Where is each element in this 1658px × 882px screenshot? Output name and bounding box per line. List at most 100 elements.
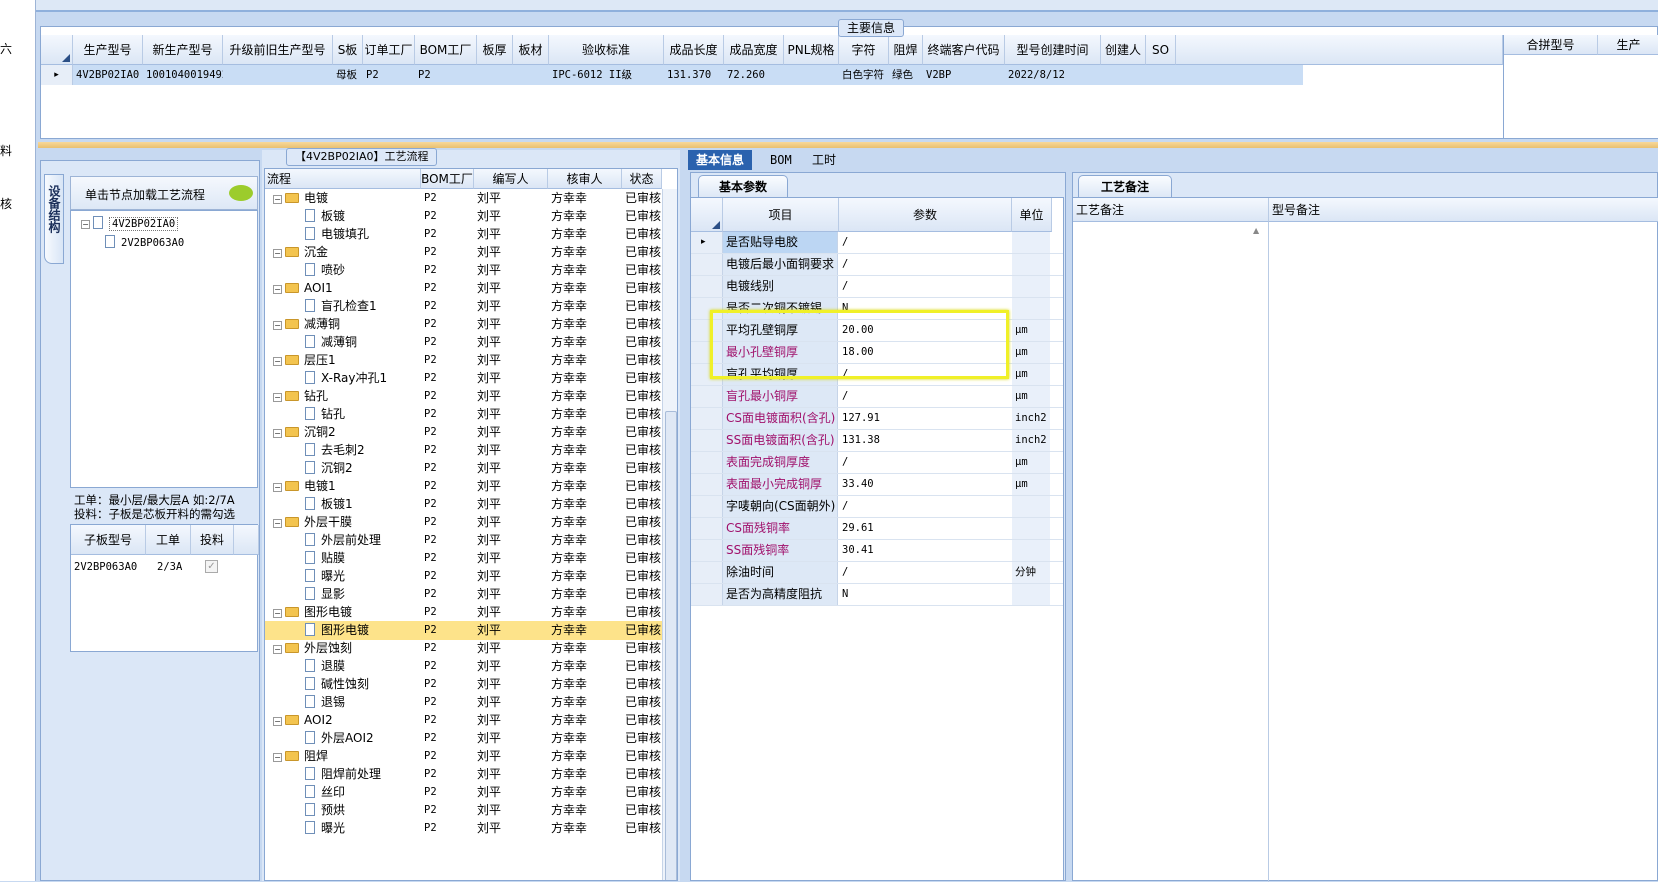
cell-create-time[interactable]: 2022/8/12 (1005, 65, 1101, 85)
flow-row[interactable]: 显影 P2 刘平 方幸幸 已审核 (265, 585, 662, 604)
vertical-splitter[interactable] (681, 150, 687, 881)
param-value[interactable]: / (839, 232, 1011, 253)
flow-row[interactable]: − 减薄铜 P2 刘平 方幸幸 已审核 (265, 315, 662, 334)
horizontal-splitter[interactable] (38, 142, 1658, 148)
col-width[interactable]: 成品宽度 (724, 35, 784, 65)
tree-node-child[interactable]: 2V2BP063A0 (105, 235, 184, 249)
param-row[interactable]: 电镀线别 / (691, 276, 1063, 298)
scroll-up-icon[interactable]: ▲ (1253, 226, 1259, 235)
flow-row[interactable]: 盲孔检查1 P2 刘平 方幸幸 已审核 (265, 297, 662, 316)
tab-bom[interactable]: BOM (762, 150, 800, 170)
flow-row[interactable]: 电镀填孔 P2 刘平 方幸幸 已审核 (265, 225, 662, 244)
param-value[interactable]: / (839, 496, 1011, 517)
param-row[interactable]: 盲孔最小铜厚 / μm (691, 386, 1063, 408)
cell-thickness[interactable] (477, 65, 513, 85)
param-row[interactable]: SS面电镀面积(含孔) 131.38 inch2 (691, 430, 1063, 452)
param-row[interactable]: ▸ 是否贴导电胶 / (691, 232, 1063, 254)
col-bom-factory[interactable]: BOM工厂 (421, 169, 474, 189)
flow-scrollbar[interactable] (662, 189, 677, 880)
col-new-prod-model[interactable]: 新生产型号 (143, 35, 223, 65)
cell-creator[interactable] (1101, 65, 1146, 85)
flow-row[interactable]: 预烘 P2 刘平 方幸幸 已审核 (265, 801, 662, 820)
cell-solder-mask[interactable]: 绿色 (889, 65, 923, 85)
param-value[interactable]: N (839, 584, 1011, 605)
flow-row[interactable]: 外层AOI2 P2 刘平 方幸幸 已审核 (265, 729, 662, 748)
flow-row[interactable]: 曝光 P2 刘平 方幸幸 已审核 (265, 819, 662, 838)
feed-checkbox[interactable]: ✓ (205, 560, 218, 573)
flow-row[interactable]: 外层前处理 P2 刘平 方幸幸 已审核 (265, 531, 662, 550)
col-bom-factory[interactable]: BOM工厂 (415, 35, 477, 65)
flow-row[interactable]: − 图形电镀 P2 刘平 方幸幸 已审核 (265, 603, 662, 622)
col-reviewer[interactable]: 核审人 (548, 169, 622, 189)
col-create-time[interactable]: 型号创建时间 (1005, 35, 1101, 65)
col-char[interactable]: 字符 (839, 35, 889, 65)
flow-row[interactable]: 沉铜2 P2 刘平 方幸幸 已审核 (265, 459, 662, 478)
flow-row[interactable]: 钻孔 P2 刘平 方幸幸 已审核 (265, 405, 662, 424)
param-row[interactable]: SS面残铜率 30.41 (691, 540, 1063, 562)
cell-so[interactable] (1146, 65, 1176, 85)
collapse-icon[interactable]: − (273, 393, 282, 402)
flow-row[interactable]: − AOI1 P2 刘平 方幸幸 已审核 (265, 279, 662, 298)
col-acceptance[interactable]: 验收标准 (549, 35, 664, 65)
param-value[interactable]: / (839, 254, 1011, 275)
param-row[interactable]: CS面电镀面积(含孔) 127.91 inch2 (691, 408, 1063, 430)
flow-row[interactable]: 喷砂 P2 刘平 方幸幸 已审核 (265, 261, 662, 280)
col-order-factory[interactable]: 订单工厂 (363, 35, 415, 65)
flow-row[interactable]: 去毛刺2 P2 刘平 方幸幸 已审核 (265, 441, 662, 460)
collapse-icon[interactable]: − (273, 321, 282, 330)
param-row[interactable]: 表面完成铜厚度 / μm (691, 452, 1063, 474)
flow-row[interactable]: − 层压1 P2 刘平 方幸幸 已审核 (265, 351, 662, 370)
collapse-icon[interactable]: − (273, 645, 282, 654)
col-s-board[interactable]: S板 (333, 35, 363, 65)
cell-new-prod-model[interactable]: 10010400194927 (143, 65, 223, 85)
param-value[interactable]: / (839, 452, 1011, 473)
collapse-icon[interactable]: − (273, 429, 282, 438)
flow-row[interactable]: 减薄铜 P2 刘平 方幸幸 已审核 (265, 333, 662, 352)
col-solder-mask[interactable]: 阻焊 (889, 35, 923, 65)
col-customer-code[interactable]: 终端客户代码 (923, 35, 1005, 65)
flow-row[interactable]: 阻焊前处理 P2 刘平 方幸幸 已审核 (265, 765, 662, 784)
collapse-icon[interactable]: − (273, 285, 282, 294)
col-model-notes[interactable]: 型号备注 (1269, 198, 1658, 222)
flow-row[interactable]: 退膜 P2 刘平 方幸幸 已审核 (265, 657, 662, 676)
col-creator[interactable]: 创建人 (1101, 35, 1146, 65)
param-value[interactable]: 29.61 (839, 518, 1011, 539)
sub-row-model[interactable]: 2V2BP063A0 (74, 557, 137, 577)
cell-pnl-spec[interactable] (784, 65, 839, 85)
flow-row[interactable]: − 电镀1 P2 刘平 方幸幸 已审核 (265, 477, 662, 496)
tree-node-root[interactable]: −4V2BP02IA0 (81, 216, 179, 231)
cell-char[interactable]: 白色字符 (839, 65, 889, 85)
col-feed[interactable]: 投料 (191, 525, 234, 555)
param-value[interactable]: 131.38 (839, 430, 1011, 451)
param-value[interactable]: 30.41 (839, 540, 1011, 561)
cell-width[interactable]: 72.260 (724, 65, 784, 85)
col-so[interactable]: SO (1146, 35, 1176, 65)
collapse-icon[interactable]: − (273, 195, 282, 204)
flow-row[interactable]: − 钻孔 P2 刘平 方幸幸 已审核 (265, 387, 662, 406)
cell-acceptance[interactable]: IPC-6012 II级 (549, 65, 664, 85)
cell-material[interactable] (513, 65, 549, 85)
col-work-order[interactable]: 工单 (146, 525, 191, 555)
cell-old-prod-model[interactable] (223, 65, 333, 85)
col-prod-model[interactable]: 生产型号 (73, 35, 143, 65)
flow-row[interactable]: − 沉铜2 P2 刘平 方幸幸 已审核 (265, 423, 662, 442)
collapse-icon[interactable]: − (273, 609, 282, 618)
cell-order-factory[interactable]: P2 (363, 65, 415, 85)
flow-row[interactable]: X-Ray冲孔1 P2 刘平 方幸幸 已审核 (265, 369, 662, 388)
flow-row[interactable]: 板镀 P2 刘平 方幸幸 已审核 (265, 207, 662, 226)
col-prod[interactable]: 生产 (1598, 35, 1658, 55)
col-process-notes[interactable]: 工艺备注 (1073, 198, 1269, 222)
flow-row[interactable]: − 电镀 P2 刘平 方幸幸 已审核 (265, 189, 662, 208)
collapse-icon[interactable]: − (81, 220, 90, 229)
col-old-prod-model[interactable]: 升级前旧生产型号 (223, 35, 333, 65)
col-status[interactable]: 状态 (622, 169, 662, 189)
flow-row[interactable]: 贴膜 P2 刘平 方幸幸 已审核 (265, 549, 662, 568)
flow-row[interactable]: 曝光 P2 刘平 方幸幸 已审核 (265, 567, 662, 586)
flow-row[interactable]: 图形电镀 P2 刘平 方幸幸 已审核 (265, 621, 662, 640)
param-row[interactable]: 电镀后最小面铜要求 / (691, 254, 1063, 276)
flow-row[interactable]: 退锡 P2 刘平 方幸幸 已审核 (265, 693, 662, 712)
param-row[interactable]: 除油时间 / 分钟 (691, 562, 1063, 584)
flow-row[interactable]: − 阻焊 P2 刘平 方幸幸 已审核 (265, 747, 662, 766)
param-row[interactable]: 字唛朝向(CS面朝外) / (691, 496, 1063, 518)
col-length[interactable]: 成品长度 (664, 35, 724, 65)
